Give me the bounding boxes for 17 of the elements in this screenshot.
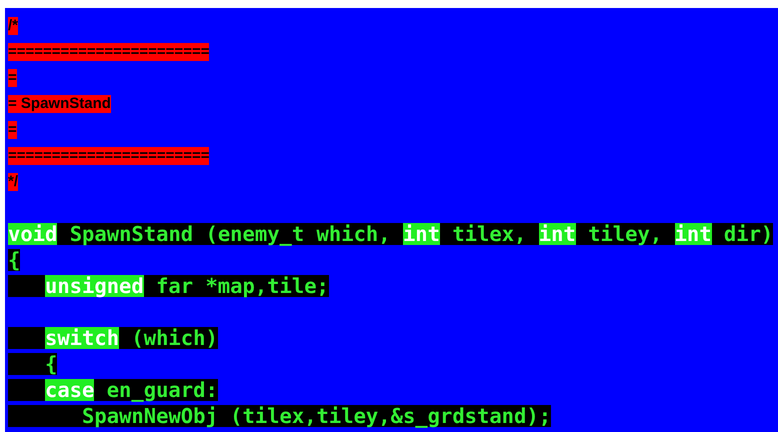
code-text: {	[8, 353, 58, 375]
keyword: int	[402, 223, 440, 245]
keyword: int	[538, 223, 576, 245]
code-text: en_guard:	[94, 379, 218, 401]
code-text: tiley,	[576, 223, 675, 245]
code-text: {	[8, 249, 20, 271]
keyword: case	[45, 379, 94, 401]
code-text: SpawnStand (enemy_t which,	[57, 223, 403, 245]
keyword: switch	[45, 327, 120, 349]
code-text: tilex,	[440, 223, 539, 245]
keyword: int	[674, 223, 712, 245]
code-text: (which)	[119, 327, 218, 349]
code-text: SpawnNewObj (tilex,tiley,&s_grdstand);	[8, 405, 552, 427]
keyword: unsigned	[45, 275, 144, 297]
keyword: void	[8, 223, 58, 245]
code-text: far *map,tile;	[144, 275, 329, 297]
code-text: dir)	[712, 223, 774, 245]
